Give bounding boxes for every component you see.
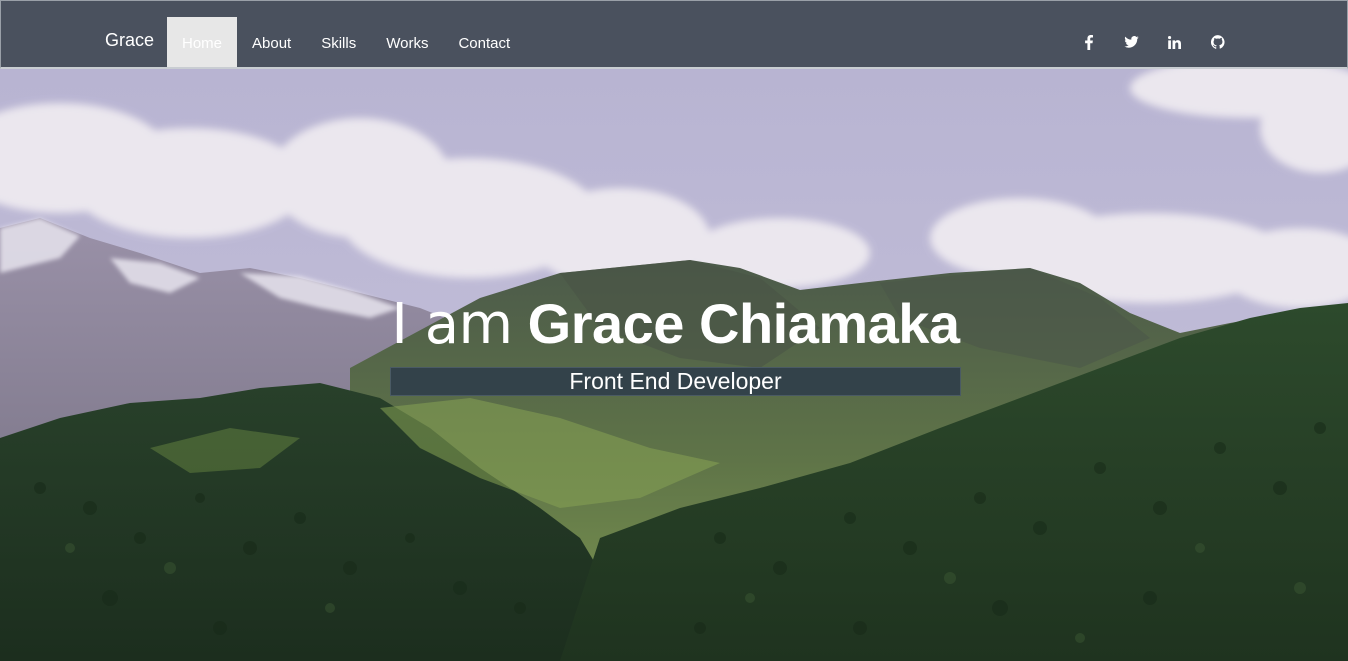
nav-link-home[interactable]: Home [167,17,238,67]
linkedin-icon[interactable] [1153,31,1196,53]
hero-section: I am Grace Chiamaka Front End Developer [0,68,1348,661]
facebook-icon[interactable] [1067,31,1110,53]
brand-link[interactable]: Grace [105,30,154,50]
navbar: Grace Home About Skills Works Contact [0,0,1348,69]
hero-headline: I am Grace Chiamaka [390,292,961,357]
nav-link-skills[interactable]: Skills [306,17,371,67]
hero-text: I am Grace Chiamaka Front End Developer [390,292,961,396]
nav-link-contact[interactable]: Contact [443,17,525,67]
nav-menu: Home About Skills Works Contact [167,17,525,67]
github-icon[interactable] [1196,31,1239,53]
hero-greeting: I am [391,292,513,357]
twitter-icon[interactable] [1110,31,1153,53]
hero-role: Front End Developer [390,367,961,396]
social-links [1067,31,1239,53]
hero-name: Grace Chiamaka [527,292,960,355]
nav-link-about[interactable]: About [237,17,306,67]
page: Grace Home About Skills Works Contact I … [0,0,1348,661]
nav-link-works[interactable]: Works [371,17,443,67]
